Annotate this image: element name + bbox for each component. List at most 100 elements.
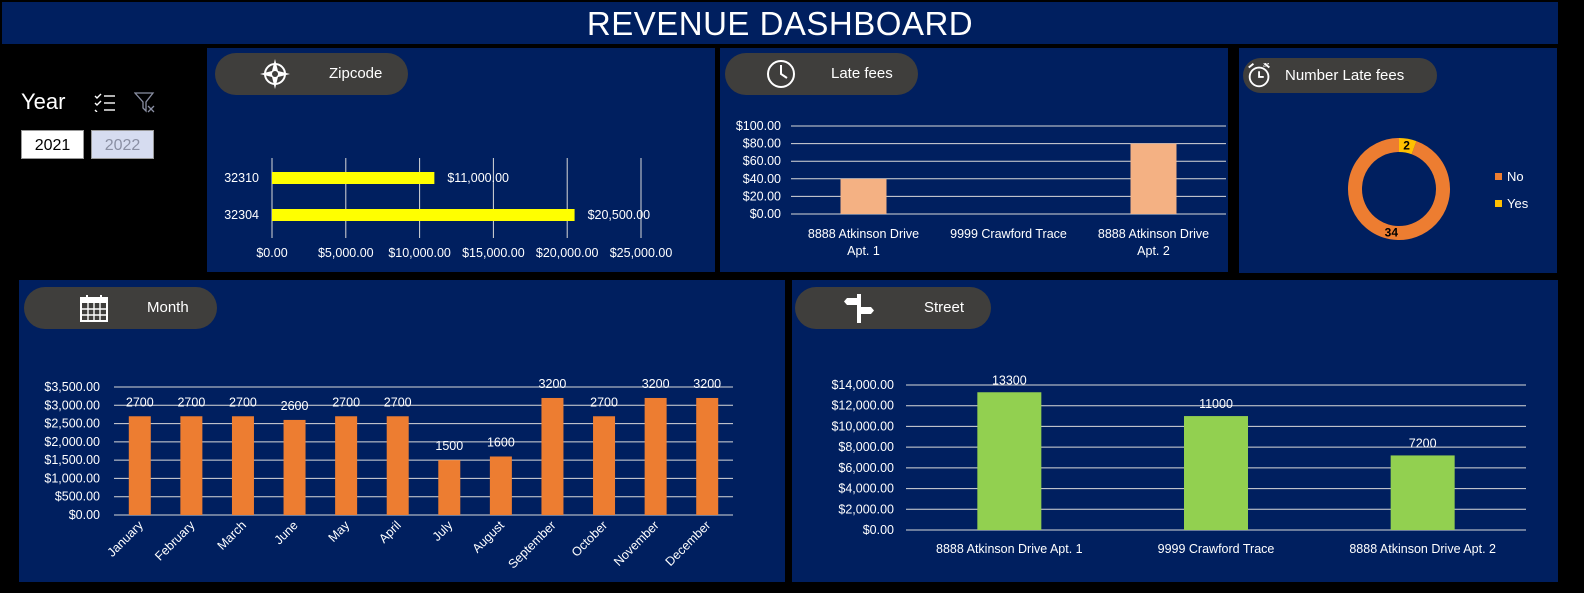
data-label: 3200 [539, 377, 567, 391]
y-tick-label: $3,500.00 [44, 380, 100, 394]
x-tick-label: 8888 Atkinson Drive Apt. 1 [936, 542, 1083, 556]
x-tick-label: 8888 Atkinson Drive [808, 227, 919, 241]
legend-label: Yes [1507, 196, 1529, 211]
y-tick-label: $2,000.00 [44, 435, 100, 449]
bar [644, 397, 667, 515]
multi-select-icon[interactable] [94, 92, 116, 112]
donut-slice [1348, 138, 1450, 240]
zipcode-chart: $0.00 $5,000.00 $10,000.00 $15,000.00 $20,00… [224, 158, 673, 260]
y-tick-label: $14,000.00 [831, 378, 894, 392]
bar [128, 416, 151, 515]
y-tick-label: $4,000.00 [838, 482, 894, 496]
data-label: 2700 [177, 395, 205, 409]
month-chart: $0.00 $500.00 $1,000.00 $1,500.00 $2,000.00 $… [44, 377, 733, 571]
data-label: 2600 [281, 399, 309, 413]
x-tick-label: $15,000.00 [462, 246, 525, 260]
year-option-2021[interactable]: 2021 [21, 130, 84, 159]
data-label: 3200 [693, 377, 721, 391]
y-tick-label: $40.00 [743, 172, 781, 186]
data-label: 1600 [487, 435, 515, 449]
data-label: 11000 [1199, 397, 1233, 411]
x-tick-label: December [663, 518, 714, 569]
data-label: $20,500.00 [588, 208, 651, 222]
legend-swatch [1495, 200, 1502, 207]
data-label: 2 [1403, 139, 1410, 153]
y-tick-label: $500.00 [55, 490, 100, 504]
bar [272, 172, 435, 184]
number-late-fees-panel: zz Number Late fees 34 2 No Yes [1239, 48, 1557, 273]
data-label: 2700 [384, 395, 412, 409]
x-tick-label: $0.00 [256, 246, 287, 260]
y-tick-label: $0.00 [750, 207, 781, 221]
late-fees-panel: Late fees $0.00 $20.00 $40.00 $60.00 $80.00 $… [720, 48, 1228, 272]
bar [231, 416, 254, 515]
legend-label: No [1507, 169, 1524, 184]
bar [541, 397, 564, 515]
x-tick-label: August [470, 518, 508, 556]
bar [696, 397, 719, 515]
x-tick-label: 8888 Atkinson Drive [1098, 227, 1209, 241]
y-tick-label: $8,000.00 [838, 440, 894, 454]
x-tick-label: $20,000.00 [536, 246, 599, 260]
slicer-label: Year [21, 89, 66, 114]
bar [180, 416, 203, 515]
x-tick-label: $25,000.00 [610, 246, 673, 260]
clear-filter-icon[interactable] [134, 92, 156, 114]
y-tick-label: $2,500.00 [44, 417, 100, 431]
y-tick-label: $3,000.00 [44, 398, 100, 412]
number-late-fees-chart: 34 2 No Yes [1348, 138, 1529, 240]
data-label: 1500 [435, 439, 463, 453]
bar [977, 392, 1042, 530]
bar [1130, 143, 1177, 214]
street-chart: $0.00 $2,000.00 $4,000.00 $6,000.00 $8,000.0… [831, 373, 1526, 556]
bar [840, 178, 887, 214]
month-panel: Month $0.00 $500.00 $1,000.00 $1,500.00 $2,0… [19, 280, 785, 582]
y-tick-label: $20.00 [743, 189, 781, 203]
x-tick-label: May [326, 518, 353, 545]
data-label: 2700 [229, 395, 257, 409]
y-tick-label: $0.00 [69, 508, 100, 522]
bar [593, 416, 616, 515]
data-label: 2700 [126, 395, 154, 409]
bar [1390, 455, 1455, 530]
y-tick-label: $10,000.00 [831, 419, 894, 433]
bar [489, 456, 512, 515]
data-label: 3200 [642, 377, 670, 391]
x-tick-label: 8888 Atkinson Drive Apt. 2 [1349, 542, 1496, 556]
data-label: 7200 [1409, 436, 1437, 450]
x-tick-label: 9999 Crawford Trace [950, 227, 1067, 241]
data-label: 2700 [590, 395, 618, 409]
x-tick-label: July [430, 518, 456, 544]
x-tick-label: 9999 Crawford Trace [1158, 542, 1275, 556]
bar [283, 419, 306, 515]
dashboard-title: REVENUE DASHBOARD [2, 2, 1558, 44]
x-tick-label: $10,000.00 [388, 246, 451, 260]
legend-swatch [1495, 173, 1502, 180]
y-tick-label: 32304 [224, 208, 259, 222]
x-tick-label: January [105, 518, 147, 560]
y-tick-label: $60.00 [743, 154, 781, 168]
zipcode-panel: Zipcode $0.00 $5,000.00 $10,000.00 $15,000.… [207, 48, 715, 272]
year-option-2022[interactable]: 2022 [91, 130, 154, 159]
bar [335, 416, 358, 515]
data-label: 13300 [992, 373, 1027, 387]
x-tick-label: November [611, 518, 662, 569]
y-tick-label: $2,000.00 [838, 502, 894, 516]
bar [1184, 416, 1248, 530]
x-tick-label: Apt. 2 [1137, 244, 1170, 258]
bar [386, 416, 409, 515]
x-tick-label: September [505, 518, 558, 571]
x-tick-label: February [152, 518, 198, 564]
y-tick-label: $0.00 [863, 523, 894, 537]
y-tick-label: $100.00 [736, 119, 781, 133]
late-fees-chart: $0.00 $20.00 $40.00 $60.00 $80.00 $100.00 8888… [736, 119, 1226, 258]
data-label: 2700 [332, 395, 360, 409]
x-tick-label: $5,000.00 [318, 246, 374, 260]
y-tick-label: $12,000.00 [831, 399, 894, 413]
x-tick-label: June [272, 518, 301, 547]
x-tick-label: October [569, 518, 610, 559]
y-tick-label: 32310 [224, 171, 259, 185]
data-label: 34 [1385, 225, 1399, 239]
x-tick-label: Apt. 1 [847, 244, 880, 258]
x-tick-label: March [215, 518, 249, 552]
